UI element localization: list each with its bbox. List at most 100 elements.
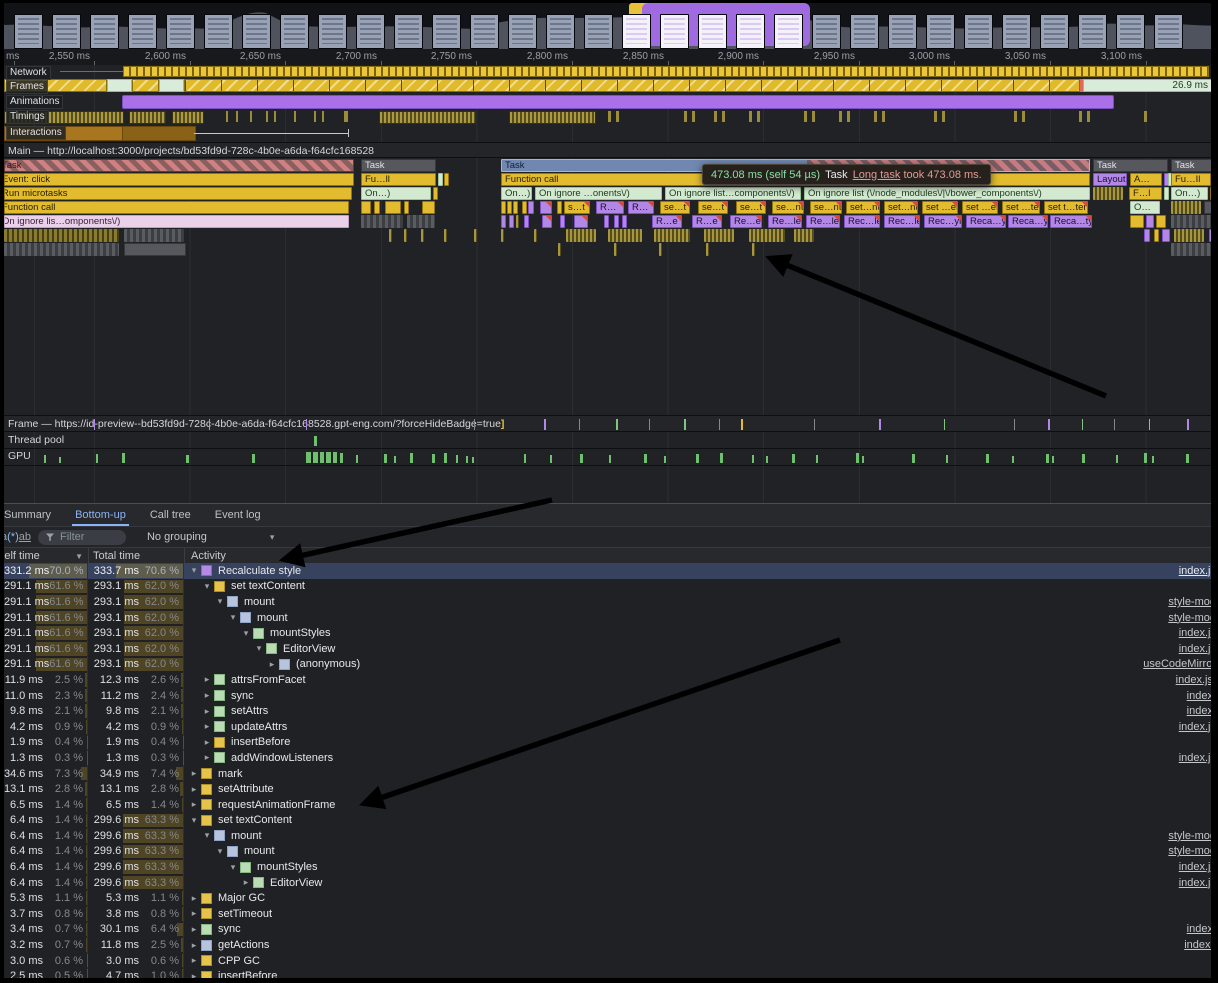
flame-bar[interactable]: Reca…tyle xyxy=(1050,215,1092,228)
flame-sliver[interactable] xyxy=(1171,215,1218,228)
filmstrip-frame[interactable] xyxy=(470,14,499,49)
filmstrip-frame[interactable] xyxy=(166,14,195,49)
flame-bar[interactable]: se…t xyxy=(736,201,766,214)
track-thread-pool[interactable]: Thread pool xyxy=(4,433,1211,449)
filmstrip-frame[interactable] xyxy=(774,14,803,49)
flame-sliver[interactable] xyxy=(4,229,119,242)
expand-icon[interactable]: ▸ xyxy=(188,940,200,951)
flame-sliver[interactable] xyxy=(422,201,435,214)
flame-bar[interactable]: Re…le xyxy=(806,215,840,228)
flame-sliver[interactable] xyxy=(1130,215,1144,228)
time-ruler[interactable]: ms2,550 ms2,600 ms2,650 ms2,700 ms2,750 … xyxy=(4,49,1211,66)
frame-duration-bar[interactable] xyxy=(184,79,1080,92)
flame-sliver[interactable] xyxy=(654,229,690,242)
frame-duration-bar[interactable] xyxy=(132,79,159,92)
flame-bar[interactable]: se…nt xyxy=(772,201,804,214)
filmstrip-frame[interactable] xyxy=(1002,14,1031,49)
filmstrip-frame[interactable] xyxy=(432,14,461,49)
source-link[interactable]: index.js xyxy=(1179,627,1211,639)
column-header-self-time[interactable]: Self time ▼ xyxy=(4,548,89,564)
flame-sliver[interactable] xyxy=(124,229,184,242)
collapse-icon[interactable]: ▾ xyxy=(201,830,213,841)
flame-bar[interactable]: set t…tent xyxy=(1044,201,1088,214)
expand-icon[interactable]: ▸ xyxy=(201,752,213,763)
filmstrip-frame[interactable] xyxy=(1154,14,1183,49)
source-link[interactable]: index.js xyxy=(1179,752,1211,764)
source-link[interactable]: index.js xyxy=(1179,877,1211,889)
flame-sliver[interactable] xyxy=(124,243,186,256)
match-word-icon[interactable]: ab xyxy=(19,531,31,543)
flame-sliver[interactable] xyxy=(542,215,552,228)
filmstrip-frame[interactable] xyxy=(394,14,423,49)
flame-bar[interactable]: Run microtasks xyxy=(4,187,352,200)
expand-icon[interactable]: ▸ xyxy=(201,706,213,717)
filmstrip-frame[interactable] xyxy=(812,14,841,49)
frame-duration-bar[interactable] xyxy=(1214,79,1218,92)
table-row[interactable]: 3.2 ms0.7 %11.8 ms2.5 %▸getActionsindex.… xyxy=(4,937,1211,953)
flame-sliver[interactable] xyxy=(361,215,403,228)
flame-bar[interactable]: On…) xyxy=(361,187,431,200)
source-link[interactable]: style-mod xyxy=(1168,845,1211,857)
table-row[interactable]: 1.9 ms0.4 %1.9 ms0.4 %▸insertBefore xyxy=(4,735,1211,751)
main-flame-chart[interactable]: TaskTaskTaskTaskTaskEvent: clickFu…llFun… xyxy=(4,159,1211,263)
expand-icon[interactable]: ▸ xyxy=(188,955,200,966)
source-link[interactable]: useCodeMirror xyxy=(1143,658,1211,670)
tab-summary[interactable]: Summary xyxy=(0,504,63,526)
flame-bar[interactable]: set …ent xyxy=(922,201,958,214)
tab-bottom-up[interactable]: Bottom-up xyxy=(63,504,138,526)
flame-bar[interactable]: On ignore …onents\/) xyxy=(535,187,662,200)
flame-sliver[interactable] xyxy=(1210,187,1218,200)
flame-bar[interactable]: Fu…ll xyxy=(361,173,436,186)
track-gpu[interactable]: GPU xyxy=(4,449,1211,466)
flame-bar[interactable]: se…t xyxy=(698,201,728,214)
source-link[interactable]: style-mod xyxy=(1168,612,1211,624)
filmstrip-frame[interactable] xyxy=(90,14,119,49)
table-row[interactable]: 9.8 ms2.1 %9.8 ms2.1 %▸setAttrsindex. xyxy=(4,703,1211,719)
flame-bar[interactable]: R…e xyxy=(692,215,722,228)
main-thread-section-header[interactable]: Main — http://localhost:3000/projects/bd… xyxy=(4,142,1211,158)
table-row[interactable]: 291.1 ms61.6 %293.1 ms62.0 %▾EditorViewi… xyxy=(4,641,1211,657)
table-row[interactable]: 6.4 ms1.4 %299.6 ms63.3 %▾mountStylesind… xyxy=(4,859,1211,875)
source-link[interactable]: index.js xyxy=(1179,565,1211,577)
filmstrip-frame[interactable] xyxy=(964,14,993,49)
filmstrip-frame[interactable] xyxy=(1078,14,1107,49)
flame-bar[interactable]: On ignore lis…omponents\/) xyxy=(4,215,349,228)
flame-bar[interactable]: set…nt xyxy=(846,201,880,214)
table-row[interactable]: 6.4 ms1.4 %299.6 ms63.3 %▾mountstyle-mod xyxy=(4,844,1211,860)
frame-duration-bar[interactable]: 26.9 ms xyxy=(1083,79,1214,92)
flame-sliver[interactable] xyxy=(540,201,552,214)
flame-sliver[interactable] xyxy=(608,229,642,242)
flame-bar[interactable]: se…nt xyxy=(810,201,842,214)
source-link[interactable]: index.j xyxy=(1184,939,1211,951)
table-row[interactable]: 2.5 ms0.5 %4.7 ms1.0 %▸insertBefore xyxy=(4,968,1211,978)
track-frames[interactable]: 26.9 ms Frames xyxy=(4,79,1211,93)
timeline-overview[interactable] xyxy=(4,3,1211,49)
flame-bar[interactable]: Task xyxy=(1171,159,1218,172)
table-row[interactable]: 5.3 ms1.1 %5.3 ms1.1 %▸Major GC xyxy=(4,890,1211,906)
source-link[interactable]: index.js xyxy=(1179,861,1211,873)
flame-bar[interactable]: Event: click xyxy=(4,173,354,186)
source-link[interactable]: index.js xyxy=(1179,643,1211,655)
expand-icon[interactable]: ▸ xyxy=(201,721,213,732)
flame-sliver[interactable] xyxy=(1171,243,1211,256)
collapse-icon[interactable]: ▾ xyxy=(214,596,226,607)
expand-icon[interactable]: ▸ xyxy=(188,893,200,904)
table-row[interactable]: 291.1 ms61.6 %293.1 ms62.0 %▾mountStyles… xyxy=(4,625,1211,641)
flame-bar[interactable]: O… xyxy=(1130,201,1160,214)
expand-icon[interactable]: ▸ xyxy=(188,799,200,810)
table-row[interactable]: 6.5 ms1.4 %6.5 ms1.4 %▸requestAnimationF… xyxy=(4,797,1211,813)
filmstrip-frame[interactable] xyxy=(926,14,955,49)
flame-bar[interactable]: A… xyxy=(1130,173,1162,186)
frame-duration-bar[interactable] xyxy=(107,79,132,92)
filmstrip-frame[interactable] xyxy=(242,14,271,49)
flame-bar[interactable]: Rec…yle xyxy=(924,215,962,228)
expand-icon[interactable]: ▸ xyxy=(188,924,200,935)
expand-icon[interactable]: ▸ xyxy=(201,737,213,748)
flame-sliver[interactable] xyxy=(361,201,371,214)
flame-sliver[interactable] xyxy=(1174,229,1204,242)
flame-bar[interactable]: Reca…yle xyxy=(966,215,1006,228)
track-timings[interactable]: Timings xyxy=(4,109,1211,124)
table-row[interactable]: 34.6 ms7.3 %34.9 ms7.4 %▸mark xyxy=(4,766,1211,782)
flame-sliver[interactable] xyxy=(4,243,119,256)
flame-bar[interactable]: set…nt xyxy=(884,201,918,214)
